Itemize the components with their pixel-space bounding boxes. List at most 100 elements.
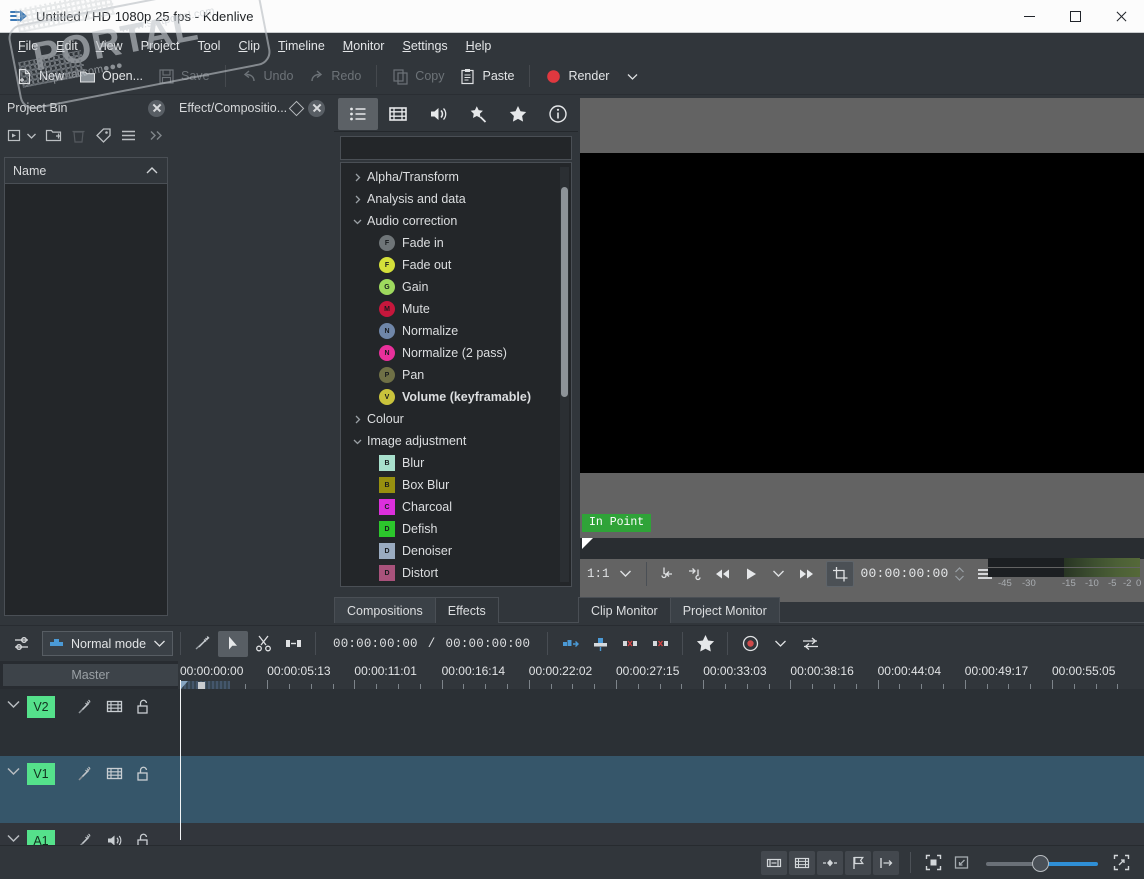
effect-item-mute[interactable]: M Mute xyxy=(341,298,559,320)
play-options-button[interactable] xyxy=(765,561,793,587)
menu-edit[interactable]: Edit xyxy=(47,36,87,56)
effects-search-input[interactable] xyxy=(340,136,572,160)
timeline-edit-mode-combo[interactable]: Normal mode xyxy=(42,631,174,656)
record-options-button[interactable] xyxy=(765,631,795,657)
razor-tool-button[interactable] xyxy=(248,631,278,657)
track-name-v2[interactable]: V2 xyxy=(27,696,55,718)
edit-timeline-button[interactable] xyxy=(188,631,218,657)
menu-monitor[interactable]: Monitor xyxy=(334,36,394,56)
track-header-v1[interactable]: V1 xyxy=(0,756,178,823)
effects-tree[interactable]: Alpha/Transform Analysis and data Audio co… xyxy=(340,162,572,587)
effect-item-gain[interactable]: G Gain xyxy=(341,276,559,298)
monitor-timecode-spinner[interactable] xyxy=(954,566,965,582)
timeline-track-v1[interactable]: V1 xyxy=(0,756,1144,823)
monitor-zoom-ratio[interactable]: 1:1 xyxy=(584,567,640,581)
extract-zone-button[interactable] xyxy=(585,631,615,657)
track-expand-chevron-icon[interactable] xyxy=(0,830,27,844)
maximize-button[interactable] xyxy=(1052,0,1098,33)
tab-effects[interactable]: Effects xyxy=(434,597,499,623)
timeline-favorite-button[interactable] xyxy=(690,631,720,657)
chevron-down-icon[interactable] xyxy=(619,569,632,578)
chevron-right-icon[interactable] xyxy=(351,194,364,205)
marker-button[interactable] xyxy=(845,850,871,875)
timeline-panel[interactable]: Master 00:00:00:00 00:00:05:13 00:00:11:01… xyxy=(0,661,1144,875)
effect-category-alpha-transform[interactable]: Alpha/Transform xyxy=(341,166,559,188)
effect-item-denoiser[interactable]: D Denoiser xyxy=(341,540,559,562)
effect-item-normalize-2-pass-[interactable]: N Normalize (2 pass) xyxy=(341,342,559,364)
zone-handle-icon[interactable] xyxy=(198,682,205,689)
tab-favorite-effects[interactable] xyxy=(498,98,538,130)
timeline-track-v2[interactable]: V2 xyxy=(0,689,1144,756)
effect-item-defish[interactable]: D Defish xyxy=(341,518,559,540)
video-icon[interactable] xyxy=(106,765,123,782)
insert-zone-button[interactable] xyxy=(555,631,585,657)
zoom-in-button[interactable] xyxy=(1108,851,1134,875)
track-name-v1[interactable]: V1 xyxy=(27,763,55,785)
monitor-video-area[interactable]: In Point xyxy=(580,98,1144,602)
render-dropdown-button[interactable] xyxy=(617,64,648,89)
project-bin-list[interactable]: Name xyxy=(4,157,168,616)
tab-clip-monitor[interactable]: Clip Monitor xyxy=(578,597,671,623)
record-button[interactable] xyxy=(735,631,765,657)
keyframe-button[interactable] xyxy=(817,850,843,875)
tab-effects-info[interactable] xyxy=(538,98,578,130)
close-button[interactable] xyxy=(1098,0,1144,33)
tab-project-monitor[interactable]: Project Monitor xyxy=(669,597,780,623)
video-icon[interactable] xyxy=(106,698,123,715)
play-button[interactable] xyxy=(737,561,765,587)
set-zone-in-button[interactable] xyxy=(653,561,681,587)
lock-icon[interactable] xyxy=(135,765,152,782)
effect-item-dither[interactable]: DDither xyxy=(341,584,559,586)
menu-tool[interactable]: Tool xyxy=(189,36,230,56)
menu-help[interactable]: Help xyxy=(457,36,501,56)
project-bin-column-header[interactable]: Name xyxy=(5,158,167,184)
lock-icon[interactable] xyxy=(135,698,152,715)
timeline-preferences-button[interactable] xyxy=(7,631,37,657)
timeline-ruler[interactable]: 00:00:00:00 00:00:05:13 00:00:11:01 00:00:1… xyxy=(178,661,1144,689)
track-expand-chevron-icon[interactable] xyxy=(0,696,27,710)
paste-button[interactable]: Paste xyxy=(452,64,521,89)
chevron-down-icon[interactable] xyxy=(351,436,364,447)
effect-category-colour[interactable]: Colour xyxy=(341,408,559,430)
lift-button[interactable] xyxy=(615,631,645,657)
zoom-slider-handle[interactable] xyxy=(1032,854,1049,872)
open-button[interactable]: Open... xyxy=(72,64,150,89)
effect-item-pan[interactable]: P Pan xyxy=(341,364,559,386)
close-icon[interactable] xyxy=(308,99,325,117)
set-zone-out-button[interactable] xyxy=(681,561,709,587)
track-header-v2[interactable]: V2 xyxy=(0,689,178,756)
rewind-button[interactable] xyxy=(709,561,737,587)
master-track-header[interactable]: Master xyxy=(3,664,178,686)
effect-item-box-blur[interactable]: B Box Blur xyxy=(341,474,559,496)
tab-main-effects[interactable] xyxy=(338,97,378,130)
effects-tree-scrollbar[interactable] xyxy=(560,167,569,582)
chevron-down-icon[interactable] xyxy=(351,216,364,227)
menu-view[interactable]: View xyxy=(87,36,132,56)
spacer-tool-button[interactable] xyxy=(278,631,308,657)
delete-zone-button[interactable] xyxy=(645,631,675,657)
effect-item-fade-in[interactable]: F Fade in xyxy=(341,232,559,254)
menu-clip[interactable]: Clip xyxy=(229,36,269,56)
crop-button[interactable] xyxy=(825,560,854,587)
menu-file[interactable]: File xyxy=(9,36,47,56)
zone-in-marker-icon[interactable] xyxy=(582,538,593,549)
insert-clip-button[interactable] xyxy=(789,850,815,875)
effect-item-volume-keyframable-[interactable]: V Volume (keyframable) xyxy=(341,386,559,408)
overflow-icon[interactable] xyxy=(148,127,165,144)
monitor-video-frame[interactable] xyxy=(580,153,1144,473)
menu-project[interactable]: Project xyxy=(132,36,189,56)
track-v1-clips-area[interactable] xyxy=(178,756,1144,823)
zoom-out-button[interactable] xyxy=(948,851,974,875)
effects-icon[interactable] xyxy=(77,765,94,782)
chevron-right-icon[interactable] xyxy=(351,172,364,183)
effect-category-image-adjustment[interactable]: Image adjustment xyxy=(341,430,559,452)
menu-settings[interactable]: Settings xyxy=(393,36,456,56)
float-icon[interactable] xyxy=(288,100,305,116)
tag-icon[interactable] xyxy=(95,127,112,144)
chevron-right-icon[interactable] xyxy=(351,414,364,425)
add-folder-icon[interactable] xyxy=(45,127,62,144)
tab-custom-effects[interactable] xyxy=(458,98,498,130)
effect-item-charcoal[interactable]: C Charcoal xyxy=(341,496,559,518)
add-clip-icon[interactable] xyxy=(7,127,24,144)
scrollbar-thumb[interactable] xyxy=(561,187,568,397)
